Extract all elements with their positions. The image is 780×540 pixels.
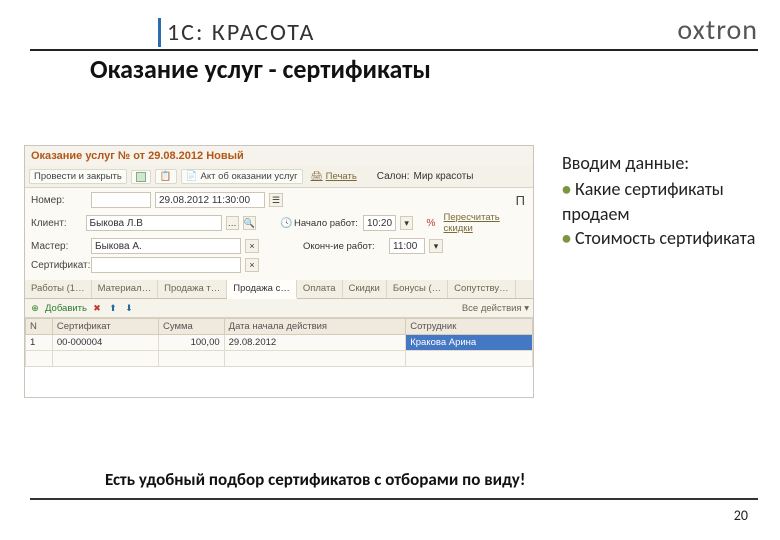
salon-label: Салон: (377, 171, 410, 182)
disk-icon (136, 172, 146, 182)
cell-emp: Кракова Арина (406, 335, 533, 351)
form-area: Номер: 29.08.2012 11:30:00 ☰ П Клиент: Б… (25, 188, 533, 280)
main-toolbar: Провести и закрыть 📋 📄Акт об оказании ус… (25, 166, 533, 188)
status-letter: П (516, 193, 525, 208)
clear2-icon[interactable]: × (245, 258, 259, 272)
end-field[interactable]: 11:00 (389, 238, 425, 254)
table-row[interactable] (26, 351, 533, 367)
cell-sum: 100,00 (158, 335, 224, 351)
grid-filler (25, 367, 533, 397)
number-label: Номер: (31, 195, 87, 206)
col-sum[interactable]: Сумма (158, 319, 224, 335)
col-n[interactable]: N (26, 319, 53, 335)
client-field[interactable]: Быкова Л.В (86, 215, 222, 231)
col-emp[interactable]: Сотрудник (406, 319, 533, 335)
cert-field[interactable] (91, 257, 241, 273)
tab-sale-goods[interactable]: Продажа т… (158, 280, 227, 298)
cell-cert: 00-000004 (52, 335, 158, 351)
tab-sale-cert[interactable]: Продажа с… (227, 280, 297, 299)
bullet-2: Стоимость сертификата (562, 226, 780, 250)
cert-label: Сертификат: (31, 260, 87, 271)
down-icon[interactable]: ⬇ (123, 302, 135, 314)
grid-toolbar: ⊕ Добавить ✖ ⬆ ⬇ Все действия ▾ (25, 299, 533, 318)
header-divider (30, 49, 758, 51)
footer-divider (30, 498, 758, 500)
cert-grid: N Сертификат Сумма Дата начала действия … (25, 318, 533, 367)
tab-works[interactable]: Работы (1… (25, 280, 92, 298)
brand-logo: oxtron (677, 12, 758, 47)
up-icon[interactable]: ⬆ (107, 302, 119, 314)
end-label: Оконч-ие работ: (303, 241, 385, 252)
open-icon[interactable]: 🔍 (243, 216, 256, 230)
bullet-1: Какие сертификаты продаем (562, 177, 780, 226)
table-row[interactable]: 1 00-000004 100,00 29.08.2012 Кракова Ар… (26, 335, 533, 351)
start-label: Начало работ: (294, 218, 359, 229)
post-icon-button[interactable]: 📋 (155, 169, 177, 184)
tab-discounts[interactable]: Скидки (343, 280, 387, 298)
post-and-close-button[interactable]: Провести и закрыть (29, 169, 127, 184)
cell-n: 1 (26, 335, 53, 351)
tab-payment[interactable]: Оплата (297, 280, 343, 298)
clear-icon[interactable]: × (245, 239, 259, 253)
col-cert[interactable]: Сертификат (52, 319, 158, 335)
tab-materials[interactable]: Материал… (92, 280, 159, 298)
doc-icon: 📄 (186, 171, 198, 182)
master-field[interactable]: Быкова А. (91, 238, 241, 254)
add-button[interactable]: Добавить (45, 303, 87, 314)
salon-value: Мир красоты (414, 171, 474, 182)
calendar-icon[interactable]: ☰ (269, 193, 283, 207)
start-field[interactable]: 10:20 (363, 215, 396, 231)
all-actions-link[interactable]: Все действия ▾ (462, 303, 529, 314)
cell-date: 29.08.2012 (224, 335, 406, 351)
footnote: Есть удобный подбор сертификатов с отбор… (105, 469, 740, 490)
tab-bonuses[interactable]: Бонусы (… (387, 280, 448, 298)
recalc-link[interactable]: Пересчитать скидки (440, 211, 527, 235)
tab-bar: Работы (1… Материал… Продажа т… Продажа … (25, 280, 533, 299)
tab-related[interactable]: Сопутству… (448, 280, 515, 298)
date-field[interactable]: 29.08.2012 11:30:00 (155, 192, 265, 208)
lookup-icon[interactable]: … (226, 216, 239, 230)
master-label: Мастер: (31, 241, 87, 252)
print-link[interactable]: 🖨 Печать (307, 170, 361, 183)
product-title: 1С: КРАСОТА (158, 18, 315, 47)
add-icon[interactable]: ⊕ (29, 302, 41, 314)
side-heading: Вводим данные: (562, 151, 780, 175)
spin2-icon[interactable]: ▾ (429, 239, 443, 253)
number-field[interactable] (91, 192, 151, 208)
save-icon-button[interactable] (131, 170, 151, 184)
spin-icon[interactable]: ▾ (400, 216, 413, 230)
client-label: Клиент: (31, 218, 82, 229)
col-date[interactable]: Дата начала действия (224, 319, 406, 335)
clock-icon: 🕓 (280, 218, 290, 228)
app-window: Оказание услуг № от 29.08.2012 Новый Про… (24, 145, 534, 398)
delete-icon[interactable]: ✖ (91, 302, 103, 314)
slide-subtitle: Оказание услуг - сертификаты (90, 53, 780, 85)
act-button[interactable]: 📄Акт об оказании услуг (181, 169, 303, 184)
page-number: 20 (734, 507, 748, 524)
side-notes: Вводим данные: Какие сертификаты продаем… (562, 151, 780, 398)
window-title: Оказание услуг № от 29.08.2012 Новый (25, 146, 533, 166)
percent-icon: % (427, 218, 436, 228)
